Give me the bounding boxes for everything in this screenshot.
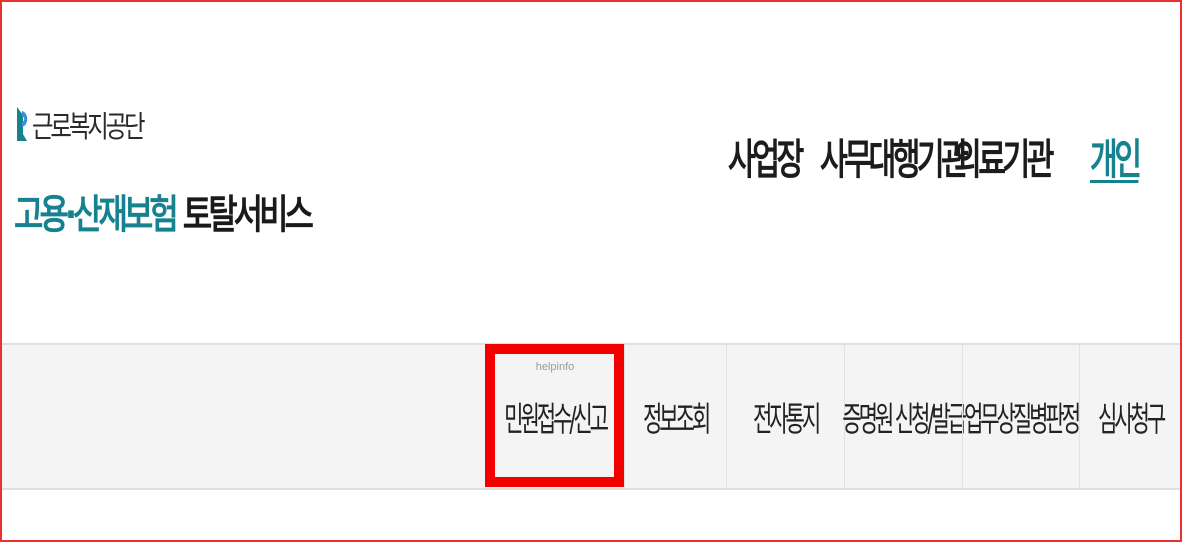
menu-label: 전자통지 xyxy=(752,400,821,440)
menu-label: 증명원 신청/발급 xyxy=(842,400,968,440)
kcomwel-logo-icon xyxy=(17,107,28,141)
top-nav-medical[interactable]: 의료기관 xyxy=(954,126,1054,187)
menu-label: 정보조회 xyxy=(642,400,711,440)
org-name: 근로복지공단 xyxy=(32,110,146,145)
site-logo[interactable]: 근로복지공단 고용·산재보험 토탈서비스 xyxy=(14,96,314,238)
top-nav-individual[interactable]: 개인 xyxy=(1090,126,1142,187)
menu-certificate-request[interactable]: 증명원 신청/발급 xyxy=(842,345,968,488)
menu-info-lookup[interactable]: 정보조회 xyxy=(624,345,726,488)
menu-label: 심사청구 xyxy=(1098,400,1166,440)
service-title: 고용·산재보험 토탈서비스 xyxy=(14,182,314,240)
menu-e-notice[interactable]: 전자통지 xyxy=(726,345,844,488)
service-title-part2: 토탈서비스 xyxy=(182,192,314,238)
menu-review-claim[interactable]: 심사청구 xyxy=(1079,345,1182,488)
menu-occupational-disease[interactable]: 업무상질병판정 xyxy=(962,345,1081,488)
top-nav-agency[interactable]: 사무대행기관 xyxy=(820,126,969,187)
service-title-part1: 고용·산재보험 xyxy=(14,192,179,238)
menu-label: 업무상질병판정 xyxy=(963,400,1081,440)
highlight-box xyxy=(485,344,624,487)
org-logo: 근로복지공단 xyxy=(14,96,174,152)
top-nav-business[interactable]: 사업장 xyxy=(728,126,804,187)
